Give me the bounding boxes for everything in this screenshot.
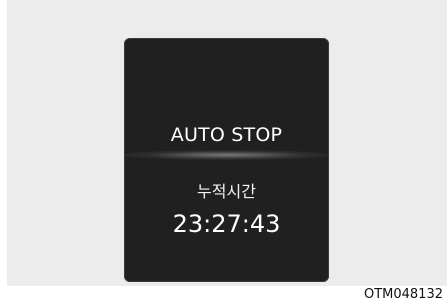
cumulative-time-label: 누적시간: [197, 182, 256, 201]
divider-glow: [124, 150, 329, 160]
figure-code: OTM048132: [363, 287, 443, 302]
cumulative-time-value: 23:27:43: [172, 210, 281, 238]
cluster-display: AUTO STOP 누적시간 23:27:43: [124, 38, 329, 282]
auto-stop-title: AUTO STOP: [170, 124, 283, 146]
